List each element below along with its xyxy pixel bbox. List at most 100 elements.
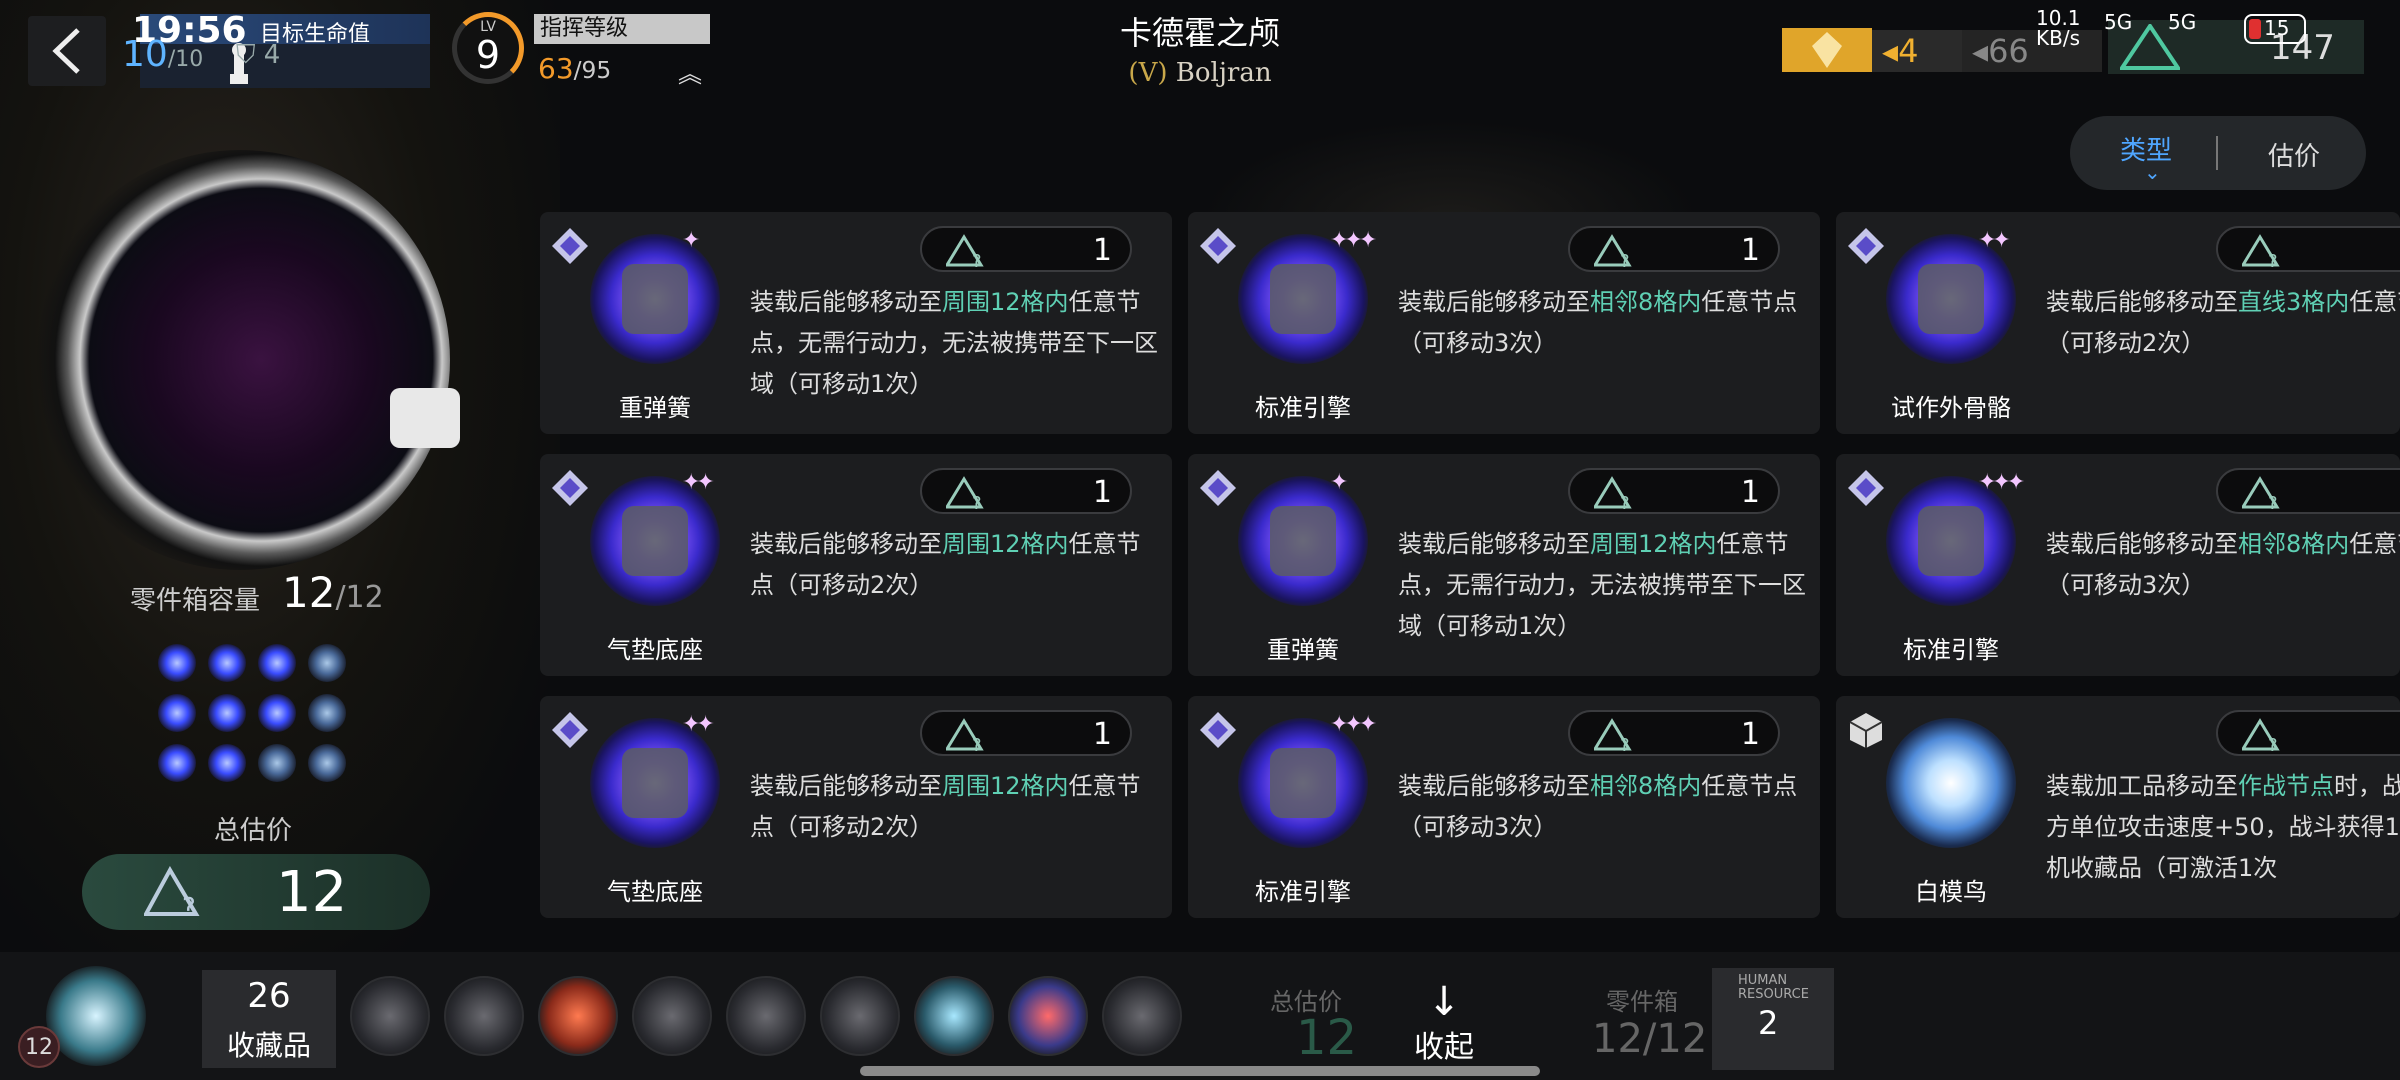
home-indicator[interactable] — [860, 1066, 1540, 1076]
part-card[interactable]: ✦ 重弹簧? 1 装载后能够移动至周围12格内任意节点，无需行动力，无法被携带至下一区… — [1188, 454, 1820, 676]
total-estimate-pill: ? 12 — [82, 854, 430, 930]
price-pill: ? 1 — [1568, 468, 1780, 514]
svg-text:?: ? — [972, 251, 982, 268]
part-image — [1918, 264, 1984, 334]
description-text: 装载后能够移动至 — [2046, 530, 2238, 558]
collapse-button[interactable]: ↓ 收起 — [1404, 982, 1484, 1066]
svg-text:?: ? — [2268, 251, 2278, 268]
slot-filled — [258, 644, 296, 682]
capacity-label: 零件箱容量 — [130, 586, 261, 616]
description-text: 装载后能够移动至 — [1398, 772, 1590, 800]
bottom-total-value: 12 — [1296, 1010, 1358, 1066]
slot-empty — [308, 694, 346, 732]
slot-filled — [208, 744, 246, 782]
collection-label: 收藏品 — [226, 1029, 311, 1062]
slot-empty — [308, 744, 346, 782]
collectible-books[interactable] — [1008, 976, 1088, 1056]
part-image — [1270, 264, 1336, 334]
slot-filled — [208, 694, 246, 732]
slot-filled — [158, 694, 196, 732]
description-text: 装载后能够移动至 — [2046, 288, 2238, 316]
toggle-divider — [2216, 136, 2218, 170]
collectible-table[interactable] — [914, 976, 994, 1056]
part-orb — [1886, 718, 2016, 848]
price-triangle-icon: ? — [944, 234, 986, 272]
part-card[interactable]: ✦✦✦ 标准引擎? 1 装载后能够移动至相邻8格内任意节点（可移动3次） — [1188, 212, 1820, 434]
price-value: 1 — [1740, 717, 1760, 752]
part-card[interactable]: ✦ 重弹簧? 1 装载后能够移动至周围12格内任意节点，无需行动力，无法被携带至下一区… — [540, 212, 1172, 434]
collection-button[interactable]: 26 收藏品 — [202, 970, 336, 1068]
snowflake-avatar[interactable] — [46, 966, 146, 1066]
description-highlight: 周围12格内 — [942, 530, 1069, 558]
rank-emblem-icon — [1198, 468, 1238, 508]
part-description: 装载后能够移动至相邻8格内任意节点（可移动3次） — [2046, 524, 2400, 606]
signal-2: 5G — [2168, 10, 2197, 34]
description-highlight: 周围12格内 — [942, 288, 1069, 316]
collectible-router[interactable] — [350, 976, 430, 1056]
collectible-feathers[interactable] — [538, 976, 618, 1056]
svg-text:?: ? — [1620, 493, 1630, 510]
hr-label-2: RESOURCE — [1738, 987, 1809, 1002]
collectible-plant[interactable] — [444, 976, 524, 1056]
rank-emblem-icon — [550, 468, 590, 508]
slot-filled — [158, 644, 196, 682]
part-card[interactable]: 白模鸟? 装载加工品移动至作战节点时，战斗我方单位攻击速度+50，战斗获得1个随机… — [1836, 696, 2400, 918]
sparkle-icon: ✦ — [682, 228, 701, 253]
sparkle-icon: ✦✦ — [682, 712, 715, 737]
price-value: 1 — [1092, 717, 1112, 752]
sort-estimate-tab[interactable]: 估价 — [2268, 136, 2320, 173]
part-description: 装载后能够移动至周围12格内任意节点（可移动2次） — [750, 766, 1162, 848]
description-text: 装载后能够移动至 — [750, 530, 942, 558]
price-pill: ? 1 — [1568, 226, 1780, 272]
svg-text:?: ? — [2268, 493, 2278, 510]
part-image — [622, 748, 688, 818]
slot-filled — [158, 744, 196, 782]
part-image — [622, 506, 688, 576]
part-card[interactable]: ✦✦✦ 标准引擎? 装载后能够移动至相邻8格内任意节点（可移动3次） — [1836, 454, 2400, 676]
part-name: 白模鸟 — [1915, 878, 1987, 906]
svg-text:?: ? — [972, 735, 982, 752]
price-triangle-icon: ? — [2240, 476, 2282, 514]
bottom-parts-value: 12/12 — [1592, 1016, 1708, 1062]
player-level-badge: 12 — [18, 1026, 60, 1068]
part-card[interactable]: ✦✦✦ 标准引擎? 1 装载后能够移动至相邻8格内任意节点（可移动3次） — [1188, 696, 1820, 918]
part-card[interactable]: ✦✦ 气垫底座? 1 装载后能够移动至周围12格内任意节点（可移动2次） — [540, 696, 1172, 918]
price-value: 1 — [1092, 475, 1112, 510]
slot-filled — [208, 644, 246, 682]
rank-emblem-icon — [1846, 226, 1886, 266]
part-card[interactable]: ✦✦ 试作外骨骼? 装载后能够移动至直线3格内任意节点（可移动2次） — [1836, 212, 2400, 434]
resource-2: ◂66 — [1962, 30, 2102, 72]
part-card[interactable]: ✦✦ 气垫底座? 1 装载后能够移动至周围12格内任意节点（可移动2次） — [540, 454, 1172, 676]
svg-text:?: ? — [972, 493, 982, 510]
capacity-current: 12 — [282, 568, 336, 617]
collectible-camera[interactable] — [1102, 976, 1182, 1056]
part-description: 装载后能够移动至周围12格内任意节点，无需行动力，无法被携带至下一区域（可移动1… — [750, 282, 1162, 405]
chevron-down-icon: ⌄ — [2144, 160, 2161, 184]
collectible-rifle[interactable] — [632, 976, 712, 1056]
price-pill: ? 1 — [920, 710, 1132, 756]
part-name: 标准引擎 — [1903, 636, 1999, 664]
price-pill: ? — [2216, 468, 2400, 514]
total-estimate-label: 总估价 — [214, 816, 293, 846]
price-pill: ? — [2216, 226, 2400, 272]
battery-icon: 15 — [2244, 14, 2306, 44]
subtitle-text: Boljran — [1175, 58, 1272, 88]
sparkle-icon: ✦✦✦ — [1978, 470, 2025, 495]
signal-1: 5G — [2104, 10, 2133, 34]
svg-text:?: ? — [2268, 735, 2278, 752]
bottom-parts-label: 零件箱 — [1606, 988, 1678, 1016]
description-text: 装载后能够移动至 — [750, 772, 942, 800]
sparkle-icon: ✦✦✦ — [1330, 712, 1377, 737]
collectible-fish[interactable] — [820, 976, 900, 1056]
sort-toggle[interactable]: 类型 ⌄ 估价 — [2070, 116, 2366, 190]
slot-empty — [308, 644, 346, 682]
description-text: 装载加工品移动至 — [2046, 772, 2238, 800]
part-image — [1270, 748, 1336, 818]
collectible-bottle[interactable] — [726, 976, 806, 1056]
price-triangle-icon: ? — [1592, 476, 1634, 514]
human-resource-button[interactable]: HUMAN RESOURCE 2 — [1712, 968, 1834, 1070]
total-estimate-value: 12 — [276, 860, 348, 925]
svg-text:?: ? — [1620, 251, 1630, 268]
price-pill: ? 1 — [920, 468, 1132, 514]
hr-label-1: HUMAN — [1738, 973, 1788, 988]
